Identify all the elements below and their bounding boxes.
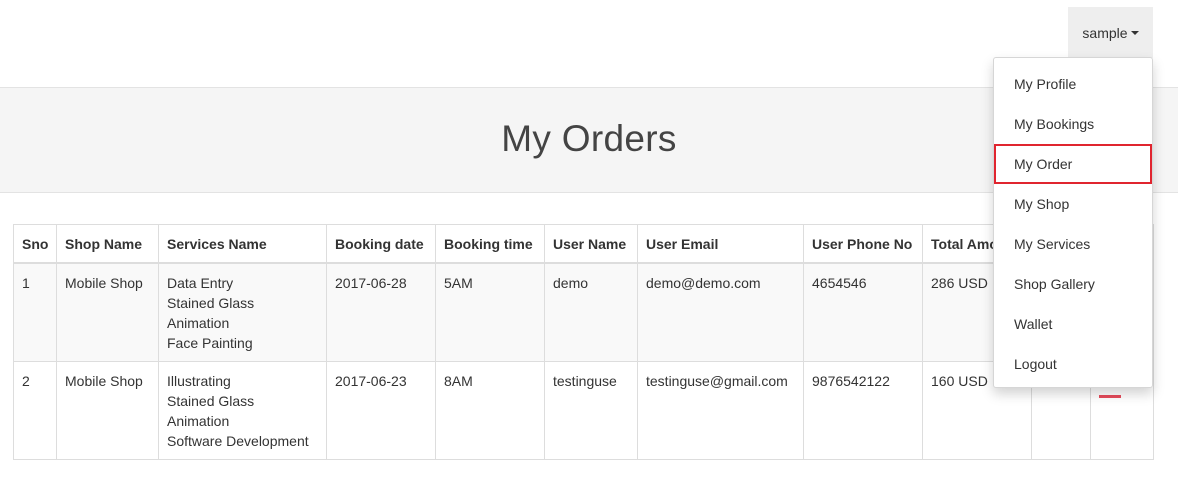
cell-time: 8AM: [435, 361, 545, 460]
column-header: Booking date: [326, 224, 436, 264]
page: sample My Orders Sno Shop Name Services …: [0, 0, 1178, 494]
delete-icon[interactable]: [1099, 395, 1121, 398]
column-header: User Name: [544, 224, 638, 264]
menu-item-my-order[interactable]: My Order: [994, 144, 1152, 184]
service-item: Animation: [167, 315, 230, 331]
cell-user: testinguse: [544, 361, 638, 460]
user-menu-toggle[interactable]: sample: [1068, 7, 1153, 58]
service-item: Stained Glass: [167, 393, 255, 409]
cell-user: demo: [544, 262, 638, 362]
table-row: 1 Mobile Shop Data Entry Stained Glass A…: [13, 262, 1154, 362]
cell-time: 5AM: [435, 262, 545, 362]
service-item: Data Entry: [167, 275, 234, 291]
column-header: Services Name: [158, 224, 327, 264]
cell-shop: Mobile Shop: [56, 262, 159, 362]
cell-date: 2017-06-28: [326, 262, 436, 362]
cell-phone: 9876542122: [803, 361, 923, 460]
service-item: Stained Glass: [167, 295, 255, 311]
service-item: Software Development: [167, 433, 309, 449]
menu-item-my-profile[interactable]: My Profile: [994, 64, 1152, 104]
service-item: Illustrating: [167, 373, 231, 389]
cell-sno: 2: [13, 361, 57, 460]
menu-item-wallet[interactable]: Wallet: [994, 304, 1152, 344]
column-header: User Email: [637, 224, 804, 264]
table-header-row: Sno Shop Name Services Name Booking date…: [13, 224, 1154, 264]
caret-down-icon: [1130, 30, 1139, 35]
cell-email: testinguse@gmail.com: [637, 361, 804, 460]
user-menu-label: sample: [1082, 24, 1128, 41]
column-header: Booking time: [435, 224, 545, 264]
column-header: Sno: [13, 224, 57, 264]
column-header: Shop Name: [56, 224, 159, 264]
cell-email: demo@demo.com: [637, 262, 804, 362]
column-header: User Phone No: [803, 224, 923, 264]
menu-item-my-shop[interactable]: My Shop: [994, 184, 1152, 224]
cell-sno: 1: [13, 262, 57, 362]
service-item: Animation: [167, 413, 230, 429]
service-item: Face Painting: [167, 335, 253, 351]
orders-table: Sno Shop Name Services Name Booking date…: [13, 224, 1154, 460]
cell-services: Illustrating Stained Glass Animation Sof…: [158, 361, 327, 460]
menu-item-logout[interactable]: Logout: [994, 344, 1152, 384]
cell-shop: Mobile Shop: [56, 361, 159, 460]
menu-item-shop-gallery[interactable]: Shop Gallery: [994, 264, 1152, 304]
cell-date: 2017-06-23: [326, 361, 436, 460]
cell-phone: 4654546: [803, 262, 923, 362]
user-dropdown-menu: My Profile My Bookings My Order My Shop …: [993, 57, 1153, 388]
menu-item-my-services[interactable]: My Services: [994, 224, 1152, 264]
menu-item-my-bookings[interactable]: My Bookings: [994, 104, 1152, 144]
table-row: 2 Mobile Shop Illustrating Stained Glass…: [13, 361, 1154, 460]
cell-services: Data Entry Stained Glass Animation Face …: [158, 262, 327, 362]
